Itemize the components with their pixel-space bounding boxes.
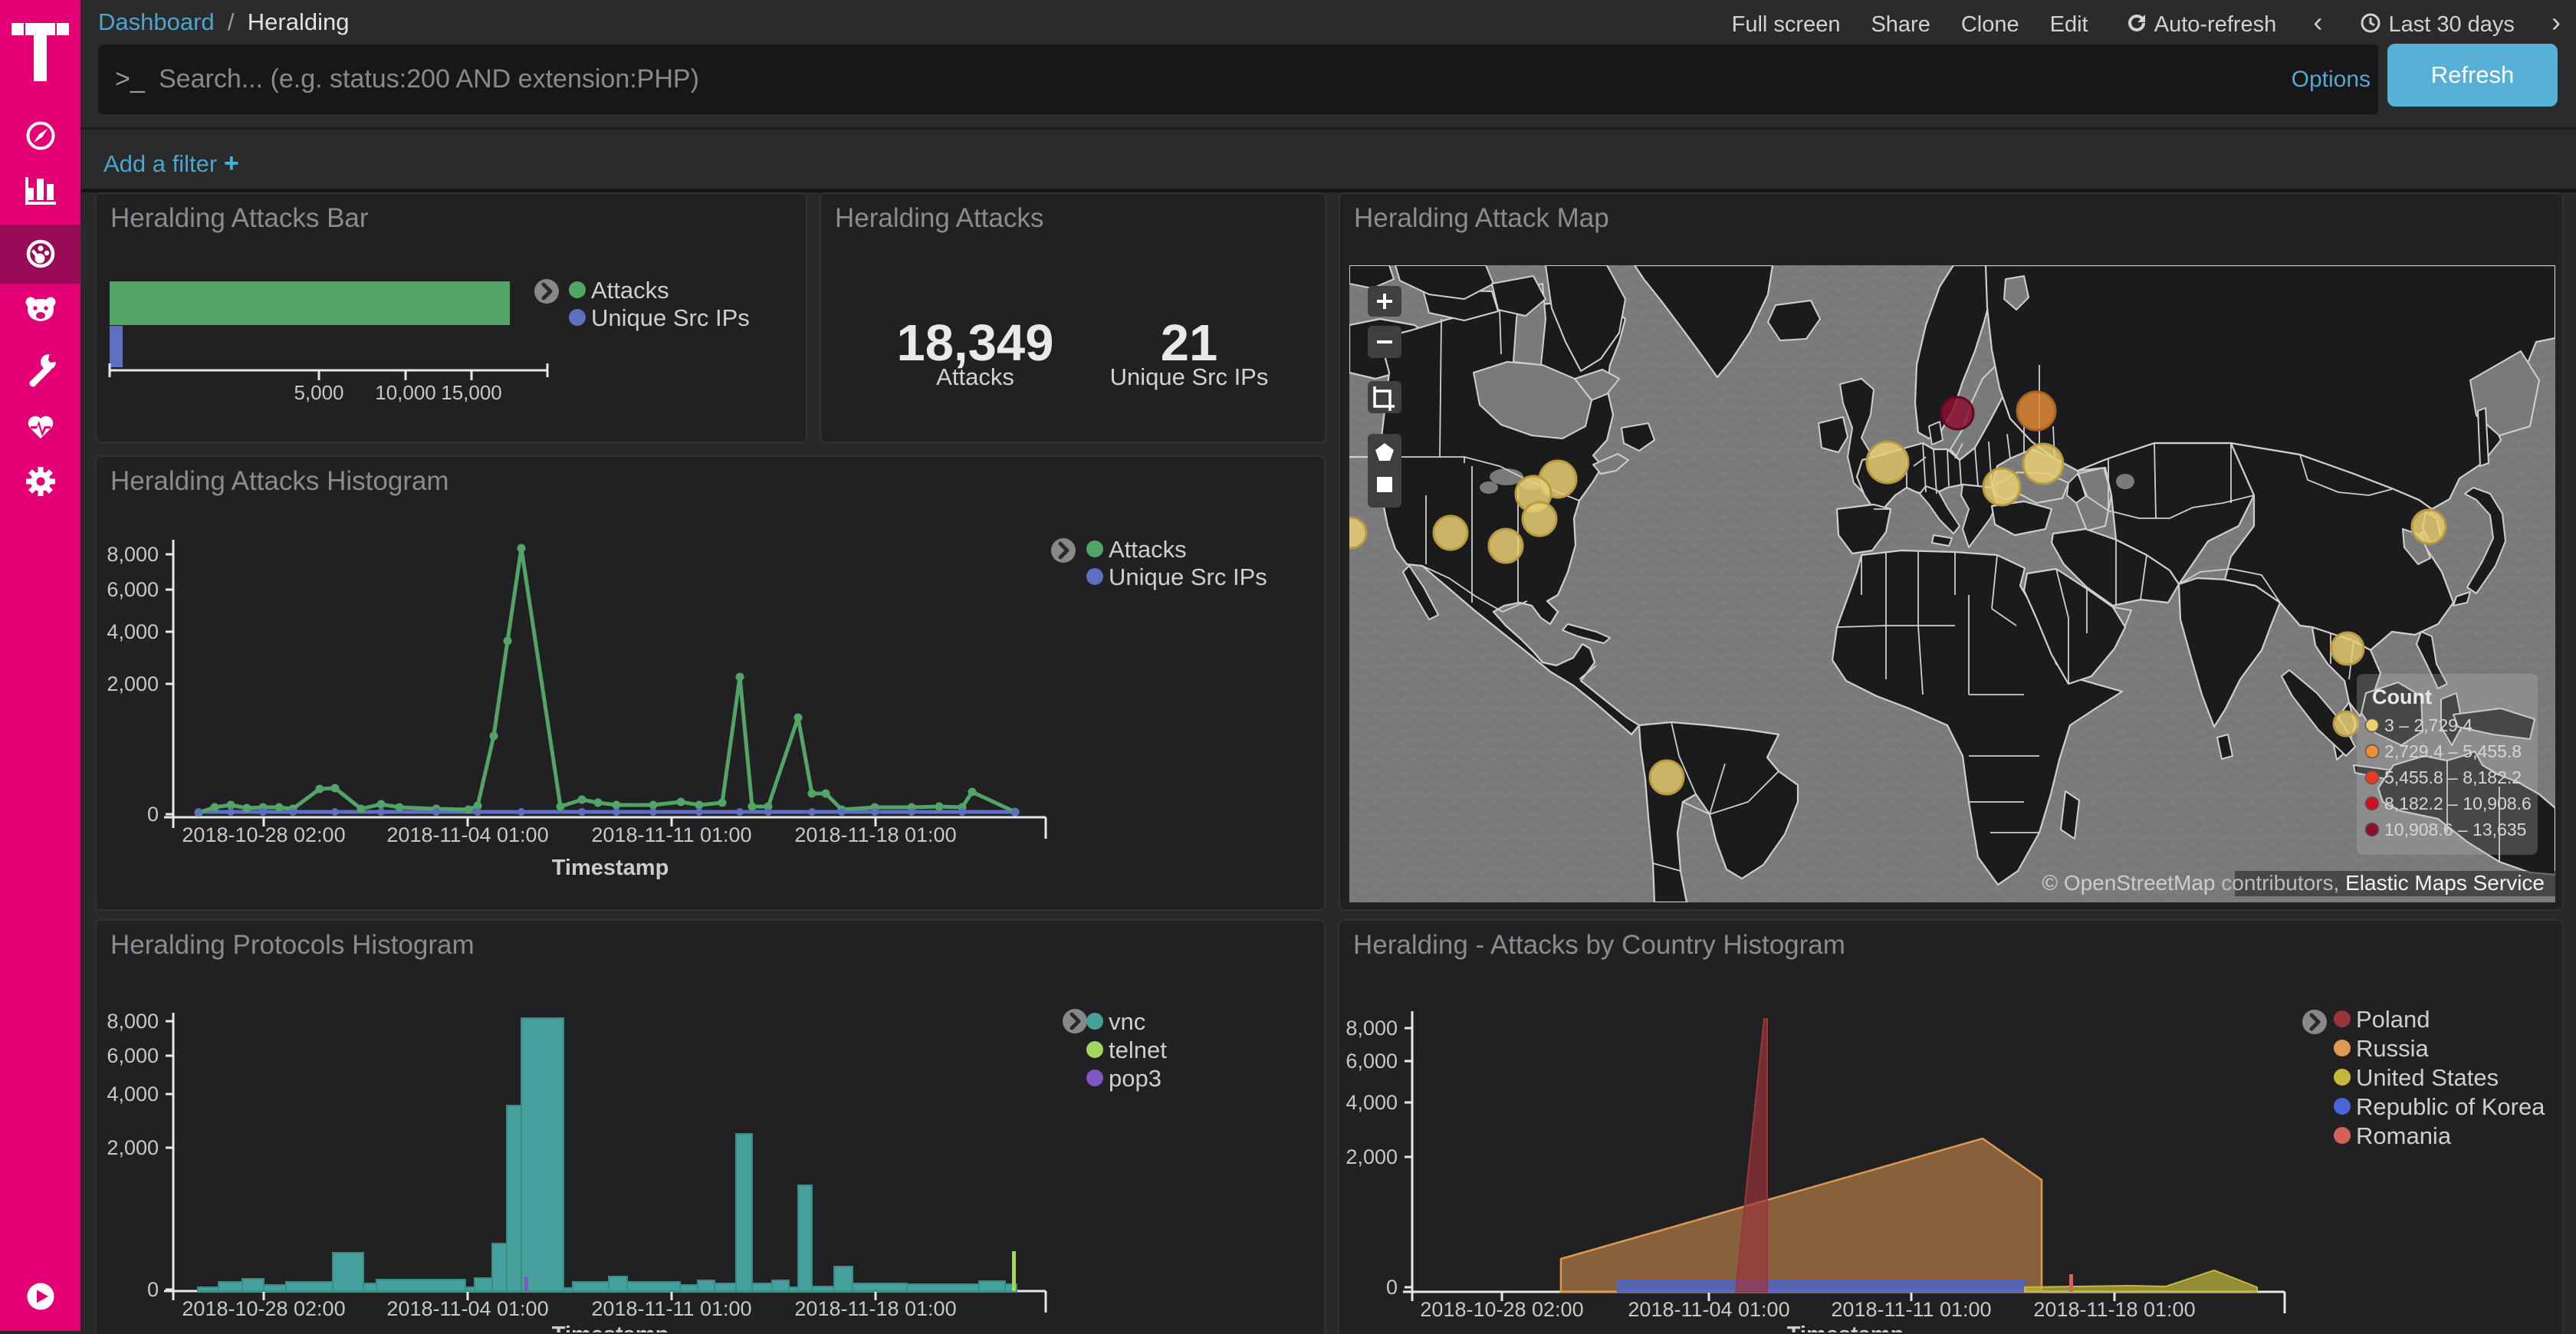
svg-text:Attacks: Attacks (591, 277, 669, 304)
svg-text:Unique Src IPs: Unique Src IPs (591, 304, 750, 331)
svg-text:2018-11-11 01:00: 2018-11-11 01:00 (591, 1297, 751, 1320)
svg-text:2018-10-28 02:00: 2018-10-28 02:00 (182, 823, 345, 846)
svg-text:6,000: 6,000 (107, 578, 159, 601)
svg-text:Unique Src IPs: Unique Src IPs (1109, 564, 1267, 590)
svg-text:pop3: pop3 (1109, 1065, 1162, 1092)
svg-text:Timestamp: Timestamp (552, 856, 669, 880)
svg-text:4,000: 4,000 (107, 620, 159, 643)
svg-text:© OpenStreetMap contributors,: © OpenStreetMap contributors, Elastic Ma… (2042, 871, 2545, 895)
svg-text:3 – 2,729.4: 3 – 2,729.4 (2384, 715, 2472, 735)
svg-text:15,000: 15,000 (441, 381, 502, 404)
svg-text:Count: Count (2372, 685, 2432, 708)
svg-text:8,182.2 – 10,908.6: 8,182.2 – 10,908.6 (2384, 794, 2532, 813)
svg-text:2,000: 2,000 (1346, 1145, 1398, 1168)
svg-text:2018-11-11 01:00: 2018-11-11 01:00 (1831, 1298, 1991, 1321)
svg-text:Russia: Russia (2356, 1035, 2430, 1062)
svg-text:telnet: telnet (1109, 1037, 1167, 1063)
svg-text:2,000: 2,000 (107, 1136, 159, 1159)
svg-text:Poland: Poland (2356, 1006, 2430, 1033)
svg-text:2018-10-28 02:00: 2018-10-28 02:00 (182, 1297, 345, 1320)
svg-text:Timestamp: Timestamp (1787, 1322, 1904, 1332)
svg-text:2018-11-04 01:00: 2018-11-04 01:00 (386, 1297, 548, 1320)
svg-text:2,729.4 – 5,455.8: 2,729.4 – 5,455.8 (2384, 741, 2522, 761)
svg-text:2018-11-18 01:00: 2018-11-18 01:00 (794, 823, 956, 846)
svg-text:0: 0 (147, 1278, 159, 1301)
svg-text:8,000: 8,000 (107, 543, 159, 566)
svg-text:10,000: 10,000 (375, 381, 436, 404)
svg-text:2018-10-28 02:00: 2018-10-28 02:00 (1420, 1298, 1583, 1321)
svg-text:2,000: 2,000 (107, 672, 159, 695)
svg-text:5,455.8 – 8,182.2: 5,455.8 – 8,182.2 (2384, 767, 2522, 787)
svg-text:4,000: 4,000 (1346, 1091, 1398, 1114)
svg-text:2018-11-18 01:00: 2018-11-18 01:00 (794, 1297, 956, 1320)
svg-text:Republic of Korea: Republic of Korea (2356, 1093, 2545, 1120)
svg-text:2018-11-11 01:00: 2018-11-11 01:00 (591, 823, 751, 846)
svg-text:Attacks: Attacks (1109, 536, 1187, 563)
svg-text:Timestamp: Timestamp (552, 1322, 669, 1332)
svg-text:0: 0 (147, 803, 159, 826)
svg-text:8,000: 8,000 (107, 1010, 159, 1033)
svg-text:2018-11-18 01:00: 2018-11-18 01:00 (2033, 1298, 2195, 1321)
svg-text:2018-11-04 01:00: 2018-11-04 01:00 (1628, 1298, 1789, 1321)
svg-text:vnc: vnc (1109, 1008, 1145, 1035)
svg-text:Romania: Romania (2356, 1122, 2452, 1149)
svg-text:5,000: 5,000 (294, 381, 343, 404)
svg-text:2018-11-04 01:00: 2018-11-04 01:00 (386, 823, 548, 846)
svg-text:4,000: 4,000 (107, 1083, 159, 1106)
svg-text:6,000: 6,000 (1346, 1050, 1398, 1073)
svg-text:8,000: 8,000 (1346, 1017, 1398, 1040)
svg-text:6,000: 6,000 (107, 1044, 159, 1067)
svg-text:United States: United States (2356, 1064, 2499, 1091)
svg-text:10,908.6 – 13,635: 10,908.6 – 13,635 (2384, 820, 2526, 840)
svg-text:0: 0 (1386, 1276, 1398, 1299)
